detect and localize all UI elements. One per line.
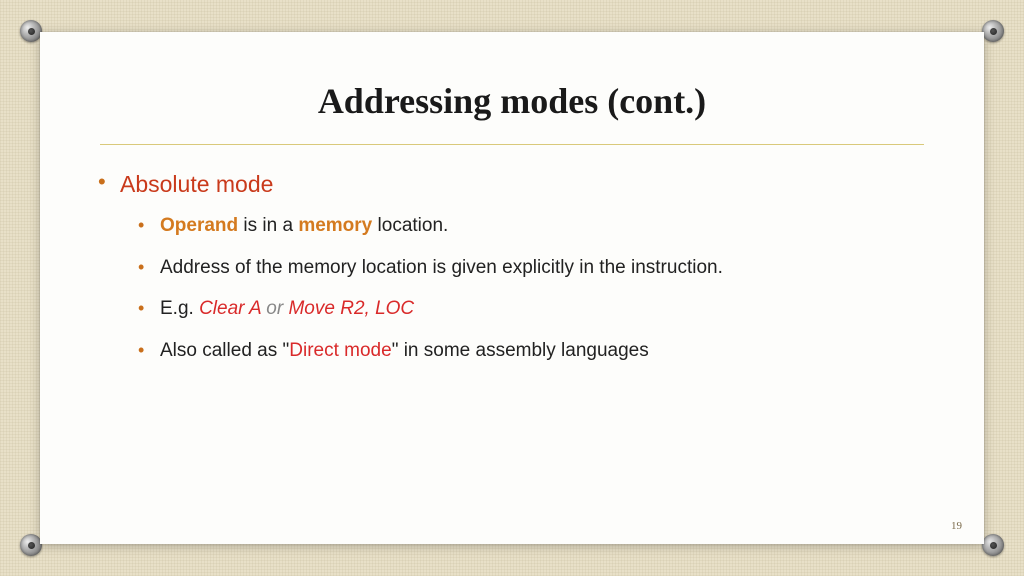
text: or: [261, 298, 288, 319]
example-code: Clear A: [199, 298, 261, 319]
text: location.: [372, 215, 448, 236]
list-item: E.g. Clear A or Move R2, LOC: [160, 295, 924, 323]
text: Also called as ": [160, 340, 289, 361]
text: " in some assembly languages: [392, 340, 649, 361]
keyword-operand: Operand: [160, 215, 238, 236]
corner-screw-icon: [982, 534, 1004, 556]
keyword-memory: memory: [298, 215, 372, 236]
text: Address of the memory location is given …: [160, 257, 723, 278]
bullet-heading: Absolute mode: [120, 171, 273, 197]
corner-screw-icon: [20, 20, 42, 42]
page-number: 19: [951, 520, 962, 532]
text: is in a: [238, 215, 298, 236]
list-item: Operand is in a memory location.: [160, 212, 924, 240]
corner-screw-icon: [20, 534, 42, 556]
sub-list: Operand is in a memory location. Address…: [120, 212, 924, 364]
text: E.g.: [160, 298, 199, 319]
list-item: Also called as "Direct mode" in some ass…: [160, 337, 924, 365]
slide-card: Addressing modes (cont.) Absolute mode O…: [40, 32, 984, 544]
slide-title: Addressing modes (cont.): [100, 80, 924, 122]
list-item: Address of the memory location is given …: [160, 254, 924, 282]
keyword-direct-mode: Direct mode: [289, 340, 391, 361]
divider: [100, 144, 924, 145]
example-code: Move R2, LOC: [288, 298, 414, 319]
list-item: Absolute mode Operand is in a memory loc…: [120, 171, 924, 364]
bullet-list: Absolute mode Operand is in a memory loc…: [100, 171, 924, 364]
corner-screw-icon: [982, 20, 1004, 42]
